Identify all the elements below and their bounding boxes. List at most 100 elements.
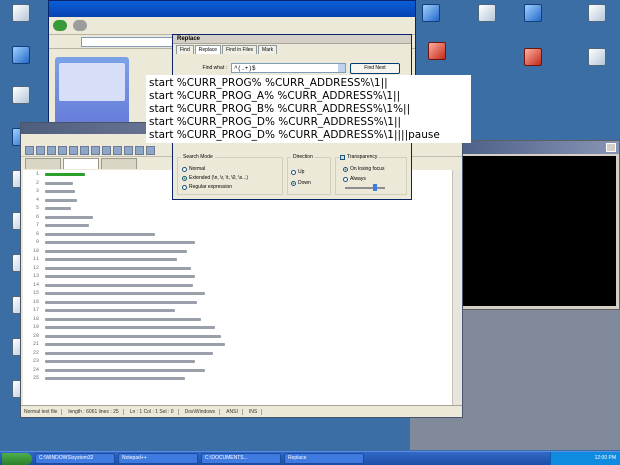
desktop-icon[interactable]	[420, 42, 454, 62]
new-file-icon[interactable]	[25, 146, 34, 155]
direction-up-radio[interactable]: Up	[291, 169, 304, 175]
desktop-icon[interactable]	[4, 46, 38, 66]
editor-line[interactable]: 10	[23, 247, 452, 256]
desktop-icon[interactable]	[470, 4, 504, 24]
system-tray[interactable]: 12:00 PM	[550, 451, 620, 465]
open-file-icon[interactable]	[36, 146, 45, 155]
tab-find-in-files[interactable]: Find in Files	[222, 45, 258, 54]
editor-line[interactable]: 5	[23, 204, 452, 213]
line-content	[45, 266, 191, 270]
editor-line[interactable]: 14	[23, 281, 452, 290]
editor-line[interactable]: 24	[23, 366, 452, 375]
npp-editor[interactable]: 1 2 3 4 5 6 7 8 9 10 11 12 13 14 15 16 17 18 19 20 21 22 23 24 2…	[23, 170, 452, 405]
start-button[interactable]	[2, 452, 32, 465]
desktop-icon[interactable]	[516, 48, 550, 68]
editor-line[interactable]: 7	[23, 221, 452, 230]
replace-dialog-tabs: Find Replace Find in Files Mark	[173, 44, 411, 54]
console-output	[454, 156, 616, 306]
taskbar-button[interactable]: C:\WINDOWS\system32	[35, 453, 115, 464]
editor-line[interactable]: 22	[23, 349, 452, 358]
find-next-button[interactable]: Find Next	[350, 62, 400, 74]
status-length: length : 6061 lines : 25	[68, 408, 124, 415]
save-icon[interactable]	[47, 146, 56, 155]
editor-line[interactable]: 16	[23, 298, 452, 307]
editor-line[interactable]: 25	[23, 374, 452, 383]
line-content	[45, 215, 93, 219]
transparency-on-losing-focus-radio[interactable]: On losing focus	[343, 166, 384, 172]
line-content	[45, 309, 175, 312]
undo-icon[interactable]	[124, 146, 133, 155]
editor-line[interactable]: 23	[23, 357, 452, 366]
mode-extended-radio[interactable]: Extended (\n, \r, \t, \0, \x...)	[182, 175, 248, 181]
line-number: 18	[32, 315, 39, 322]
on-losing-focus-label: On losing focus	[350, 166, 385, 172]
editor-line[interactable]: 9	[23, 238, 452, 247]
find-what-input[interactable]: ^(.+)$	[231, 63, 346, 73]
line-number: 25	[32, 375, 39, 381]
explorer-titlebar[interactable]	[49, 1, 415, 17]
transparency-slider[interactable]	[345, 187, 385, 189]
tab-find[interactable]: Find	[176, 45, 194, 54]
slider-thumb[interactable]	[373, 184, 377, 191]
mode-normal-radio[interactable]: Normal	[182, 166, 205, 172]
tab-mark[interactable]: Mark	[258, 45, 278, 54]
line-number: 12	[32, 264, 39, 271]
forward-icon[interactable]	[73, 20, 87, 31]
copy-icon[interactable]	[102, 146, 111, 155]
desktop-icon[interactable]	[580, 48, 614, 68]
line-number: 14	[32, 281, 39, 288]
mode-regex-radio[interactable]: Regular expression	[182, 184, 232, 190]
editor-line[interactable]: 12	[23, 264, 452, 273]
file-tab[interactable]	[101, 158, 137, 169]
print-icon[interactable]	[80, 146, 89, 155]
find-icon[interactable]	[146, 146, 155, 155]
tab-replace[interactable]: Replace	[194, 45, 222, 54]
editor-line[interactable]: 13	[23, 272, 452, 281]
cut-icon[interactable]	[91, 146, 100, 155]
radio-icon	[343, 176, 348, 182]
desktop-icon[interactable]	[516, 4, 550, 24]
editor-line[interactable]: 18	[23, 315, 452, 324]
radio-selected-icon	[291, 180, 296, 186]
status-insert-mode: INS	[249, 408, 263, 415]
desktop-icon[interactable]	[4, 86, 38, 106]
console-titlebar[interactable]	[451, 141, 619, 154]
desktop-icon[interactable]	[580, 4, 614, 24]
paste-icon[interactable]	[113, 146, 122, 155]
editor-line[interactable]: 17	[23, 306, 452, 315]
desktop-icon[interactable]	[414, 4, 448, 24]
replace-dialog-title[interactable]: Replace	[173, 35, 411, 44]
editor-line[interactable]: 8	[23, 230, 452, 239]
editor-line[interactable]: 21	[23, 340, 452, 349]
line-number: 9	[35, 239, 39, 245]
back-icon[interactable]	[53, 20, 67, 31]
taskbar-button[interactable]: C:\DOCUMENTS...	[201, 453, 281, 464]
taskbar-button[interactable]: Replace	[284, 453, 364, 464]
vertical-scrollbar[interactable]	[452, 170, 461, 405]
editor-line[interactable]: 11	[23, 255, 452, 264]
direction-label: Direction	[291, 154, 315, 160]
file-tab-active[interactable]	[63, 158, 99, 169]
editor-line[interactable]: 19	[23, 323, 452, 332]
editor-line[interactable]: 20	[23, 332, 452, 341]
close-icon[interactable]	[69, 146, 78, 155]
pdf-icon	[428, 42, 446, 60]
console-window[interactable]	[450, 140, 620, 310]
line-content	[45, 343, 225, 346]
taskbar-button[interactable]: Notepad++	[118, 453, 198, 464]
close-icon[interactable]	[606, 143, 616, 152]
transparency-checkbox[interactable]: Transparency	[339, 154, 379, 160]
desktop-icon[interactable]	[4, 4, 38, 24]
line-number: 24	[32, 366, 39, 373]
chevron-down-icon[interactable]	[338, 64, 345, 72]
file-tab[interactable]	[25, 158, 61, 169]
line-content	[45, 249, 187, 253]
editor-line[interactable]: 6	[23, 213, 452, 222]
computer-icon	[12, 46, 30, 64]
editor-line[interactable]: 15	[23, 289, 452, 298]
redo-icon[interactable]	[135, 146, 144, 155]
save-all-icon[interactable]	[58, 146, 67, 155]
direction-down-radio[interactable]: Down	[291, 180, 311, 186]
app-icon	[422, 4, 440, 22]
transparency-always-radio[interactable]: Always	[343, 176, 366, 182]
